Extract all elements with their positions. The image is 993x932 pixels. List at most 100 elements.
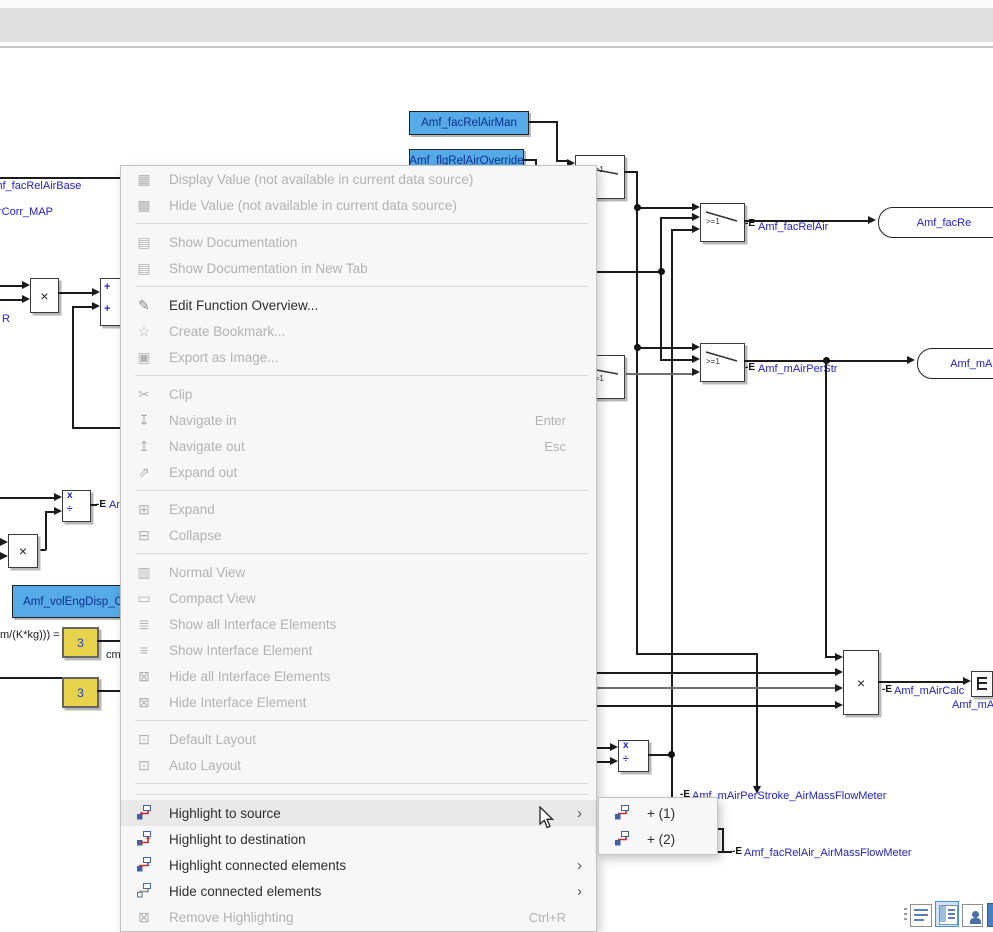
constant-block[interactable]: 3 [62, 677, 99, 708]
signal-label-connector: -E [745, 362, 755, 373]
menu-item-navigate-in[interactable]: ↧ Navigate in Enter [121, 407, 596, 433]
menu-item-show-interface-element[interactable]: ≡ Show Interface Element [121, 637, 596, 663]
signal-label[interactable]: Amf_mAirPerStroke_AirMassFlowMeter [692, 790, 886, 802]
signal-line[interactable] [0, 285, 23, 287]
menu-item-show-documentation-new-tab[interactable]: ▤ Show Documentation in New Tab [121, 255, 596, 281]
signal-label[interactable]: rCorr_MAP [0, 206, 53, 218]
signal-line[interactable] [72, 306, 92, 308]
signal-line[interactable] [597, 705, 835, 707]
product-block[interactable]: × [30, 278, 59, 313]
signal-line[interactable] [72, 306, 74, 428]
normal-view-icon: ▥ [133, 564, 155, 581]
signal-line[interactable] [0, 299, 23, 301]
menu-item-auto-layout[interactable]: ⊡ Auto Layout [121, 752, 596, 778]
menu-item-compact-view[interactable]: ▭ Compact View [121, 585, 596, 611]
signal-line[interactable] [597, 761, 610, 763]
signal-label[interactable]: Amf_facRelAir [758, 221, 828, 233]
submenu-item-plus-2[interactable]: + (2) [599, 826, 717, 852]
signal-line[interactable] [825, 656, 835, 658]
menu-item-expand-out[interactable]: ⇗ Expand out [121, 459, 596, 485]
goto-tag-label[interactable]: Amf_mA [952, 699, 993, 711]
menu-separator [121, 281, 596, 292]
menu-item-show-all-interface-elements[interactable]: ≣ Show all Interface Elements [121, 611, 596, 637]
signal-line[interactable] [671, 229, 692, 231]
signal-line[interactable] [636, 653, 758, 655]
signal-line[interactable] [58, 292, 92, 294]
menu-item-default-layout[interactable]: ⊡ Default Layout [121, 726, 596, 752]
navigate-in-icon: ↧ [133, 412, 155, 429]
signal-line[interactable] [97, 690, 120, 692]
menu-item-highlight-to-destination[interactable]: Highlight to destination [121, 826, 596, 852]
menu-item-export-as-image[interactable]: ▣ Export as Image... [121, 344, 596, 370]
menu-item-create-bookmark[interactable]: ☆ Create Bookmark... [121, 318, 596, 344]
signal-line[interactable] [45, 511, 47, 550]
signal-line[interactable] [624, 373, 692, 375]
inport-label-block[interactable]: Amf_volEngDisp_C [12, 585, 134, 618]
menu-item-normal-view[interactable]: ▥ Normal View [121, 559, 596, 585]
signal-line[interactable] [722, 828, 724, 853]
signal-label[interactable]: Amf_mAirCalc [894, 685, 964, 697]
signal-label[interactable]: Amf_facRelAir_AirMassFlowMeter [744, 847, 911, 859]
signal-line[interactable] [528, 121, 557, 123]
switch-block[interactable]: >=1 [700, 343, 745, 382]
divide-block[interactable]: x ÷ [618, 740, 649, 772]
product-block[interactable]: × [8, 534, 38, 568]
hide-panel-icon[interactable] [910, 904, 932, 927]
menu-item-remove-highlighting[interactable]: ⊠ Remove Highlighting Ctrl+R [121, 904, 596, 930]
inport-label-block[interactable]: Amf_facRelAirMan [409, 111, 529, 135]
menu-item-navigate-out[interactable]: ↥ Navigate out Esc [121, 433, 596, 459]
split-view-icon[interactable] [935, 901, 959, 927]
titlebar [0, 0, 993, 8]
product-block[interactable]: × [843, 650, 879, 715]
signal-line[interactable] [0, 677, 62, 679]
submenu-item-plus-1[interactable]: + (1) [599, 800, 717, 826]
signal-line[interactable] [97, 640, 120, 642]
signal-line[interactable] [660, 217, 662, 361]
menu-item-show-documentation[interactable]: ▤ Show Documentation [121, 229, 596, 255]
signal-label[interactable]: R [2, 313, 10, 325]
signal-label-connector: -E [732, 846, 742, 857]
signal-line[interactable] [660, 217, 692, 219]
signal-line[interactable] [636, 347, 692, 349]
menu-item-highlight-to-source[interactable]: Highlight to source › [121, 800, 596, 826]
signal-line[interactable] [671, 229, 673, 798]
menu-item-edit-function-overview[interactable]: ✎ Edit Function Overview... [121, 292, 596, 318]
menu-item-hide-all-interface-elements[interactable]: ⊠ Hide all Interface Elements [121, 663, 596, 689]
default-layout-icon: ⊡ [133, 731, 155, 748]
menu-item-expand[interactable]: ⊞ Expand [121, 496, 596, 522]
menu-item-hide-interface-element[interactable]: ⊠ Hide Interface Element [121, 689, 596, 715]
interface-hide-icon: ⊠ [133, 694, 155, 711]
signal-line[interactable] [72, 427, 120, 429]
signal-line[interactable] [37, 549, 46, 551]
signal-line[interactable] [636, 207, 692, 209]
context-menu: ▦ Display Value (not available in curren… [120, 165, 597, 932]
signal-line[interactable] [660, 359, 692, 361]
goto-block[interactable] [971, 671, 993, 697]
signal-line[interactable] [825, 360, 827, 657]
menu-item-clip[interactable]: ✂ Clip [121, 381, 596, 407]
author-view-icon[interactable] [962, 904, 983, 927]
signal-line[interactable] [597, 747, 610, 749]
signal-line[interactable] [597, 687, 835, 689]
outport-block[interactable]: Amf_mAirP [917, 348, 993, 379]
toolstrip[interactable] [0, 8, 993, 42]
menu-item-hide-value[interactable]: ▩ Hide Value (not available in current d… [121, 192, 596, 218]
signal-line[interactable] [556, 121, 558, 161]
signal-line[interactable] [597, 271, 661, 273]
menu-item-hide-connected-elements[interactable]: Hide connected elements › [121, 878, 596, 904]
model-browser-icon[interactable] [987, 903, 993, 927]
switch-block[interactable]: >=1 [700, 203, 745, 242]
constant-block[interactable]: 3 [62, 627, 99, 658]
export-image-icon: ▣ [133, 349, 155, 366]
menu-item-highlight-connected-elements[interactable]: Highlight connected elements › [121, 852, 596, 878]
signal-line[interactable] [878, 681, 963, 683]
menu-item-collapse[interactable]: ⊟ Collapse [121, 522, 596, 548]
signal-line[interactable] [0, 177, 120, 179]
signal-line[interactable] [636, 171, 638, 655]
divide-block[interactable]: x ÷ [62, 490, 91, 522]
outport-block[interactable]: Amf_facRe [878, 207, 993, 238]
signal-label[interactable]: Amf_facRelAirBase [0, 180, 81, 192]
menu-item-display-value[interactable]: ▦ Display Value (not available in curren… [121, 166, 596, 192]
signal-line[interactable] [597, 672, 835, 674]
signal-line[interactable] [0, 497, 54, 499]
